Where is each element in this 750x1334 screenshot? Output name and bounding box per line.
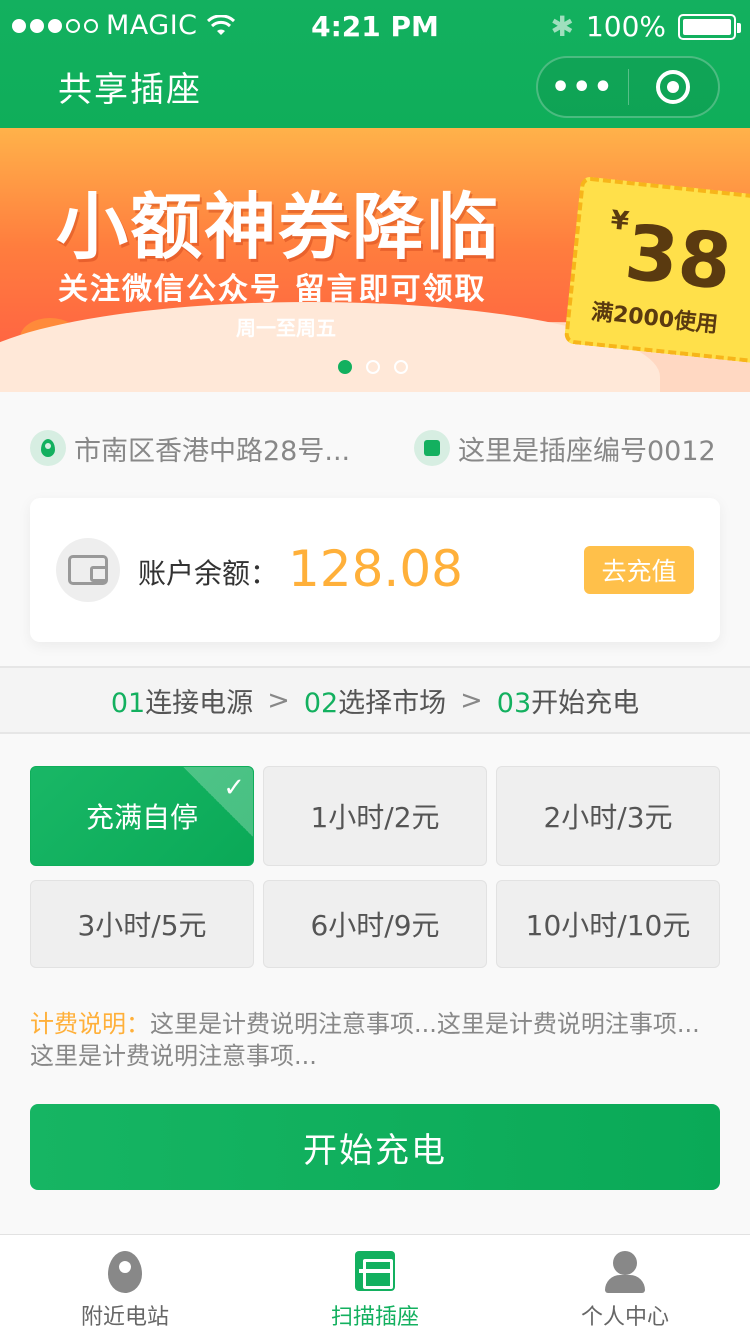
tab-scan-socket[interactable]: 扫描插座 bbox=[250, 1235, 500, 1334]
carousel-dot[interactable] bbox=[394, 360, 408, 374]
carousel-dot[interactable] bbox=[338, 360, 352, 374]
tab-personal-center[interactable]: 个人中心 bbox=[500, 1235, 750, 1334]
option-1-hour[interactable]: 1小时/2元 bbox=[263, 766, 487, 866]
option-full-stop[interactable]: ✓ 充满自停 bbox=[30, 766, 254, 866]
location-pin-icon bbox=[30, 430, 66, 466]
step-1: 01连接电源 bbox=[110, 687, 254, 719]
banner-small-text: 周一至周五 bbox=[236, 316, 336, 340]
bluetooth-icon: ✱ bbox=[550, 10, 574, 43]
check-icon: ✓ bbox=[223, 773, 245, 803]
battery-percent: 100% bbox=[585, 10, 666, 43]
coupon-ticket: ¥38 满2000使用 bbox=[563, 176, 750, 364]
miniprogram-capsule: ••• bbox=[536, 56, 720, 118]
target-icon bbox=[656, 70, 691, 104]
promo-banner[interactable]: 小额神券降临 关注微信公众号 留言即可领取 周一至周五 ¥38 满2000使用 bbox=[0, 128, 750, 392]
more-menu-button[interactable]: ••• bbox=[538, 70, 628, 105]
tab-bar: 附近电站 扫描插座 个人中心 bbox=[0, 1234, 750, 1334]
balance-label: 账户余额： bbox=[138, 557, 279, 590]
page-title: 共享插座 bbox=[58, 70, 202, 110]
location-row: 市南区香港中路28号... 这里是插座编号0012 bbox=[30, 428, 720, 468]
tab-nearby-stations[interactable]: 附近电站 bbox=[0, 1235, 250, 1334]
status-bar: MAGIC 4:21 PM ✱ 100% bbox=[0, 0, 750, 54]
carousel-indicators bbox=[338, 360, 408, 374]
wallet-icon bbox=[56, 538, 120, 602]
option-2-hours[interactable]: 2小时/3元 bbox=[496, 766, 720, 866]
socket-number: 这里是插座编号0012 bbox=[458, 435, 716, 467]
close-miniprogram-button[interactable] bbox=[628, 70, 718, 104]
socket-icon bbox=[414, 430, 450, 466]
balance-card: 账户余额： 128.08 去充值 bbox=[30, 498, 720, 642]
user-icon bbox=[605, 1251, 645, 1293]
option-6-hours[interactable]: 6小时/9元 bbox=[263, 880, 487, 968]
station-address: 市南区香港中路28号... bbox=[74, 435, 351, 467]
banner-headline: 小额神券降临 bbox=[56, 185, 501, 269]
start-charging-button[interactable]: 开始充电 bbox=[30, 1104, 720, 1190]
scan-icon bbox=[355, 1251, 395, 1291]
charging-steps: 01连接电源 > 02选择市场 > 03开始充电 bbox=[0, 666, 750, 734]
billing-note: 计费说明：这里是计费说明注意事项...这里是计费说明注事项...这里是计费说明注… bbox=[30, 1008, 720, 1072]
step-arrow: > bbox=[460, 684, 483, 716]
carousel-dot[interactable] bbox=[366, 360, 380, 374]
step-3: 03开始充电 bbox=[496, 687, 640, 719]
balance-amount: 128.08 bbox=[288, 540, 463, 598]
banner-subline: 关注微信公众号 留言即可领取 bbox=[58, 272, 487, 307]
billing-note-label: 计费说明： bbox=[30, 1010, 150, 1038]
charging-options: ✓ 充满自停 1小时/2元 2小时/3元 3小时/5元 6小时/9元 10小时/… bbox=[30, 766, 720, 968]
step-arrow: > bbox=[267, 684, 290, 716]
recharge-button[interactable]: 去充值 bbox=[584, 546, 694, 594]
step-2: 02选择市场 bbox=[303, 687, 447, 719]
option-10-hours[interactable]: 10小时/10元 bbox=[496, 880, 720, 968]
location-pin-icon bbox=[108, 1251, 142, 1293]
battery-icon bbox=[678, 13, 741, 40]
coupon-amount: 38 bbox=[621, 207, 736, 307]
app-header: MAGIC 4:21 PM ✱ 100% 共享插座 ••• bbox=[0, 0, 750, 128]
option-3-hours[interactable]: 3小时/5元 bbox=[30, 880, 254, 968]
